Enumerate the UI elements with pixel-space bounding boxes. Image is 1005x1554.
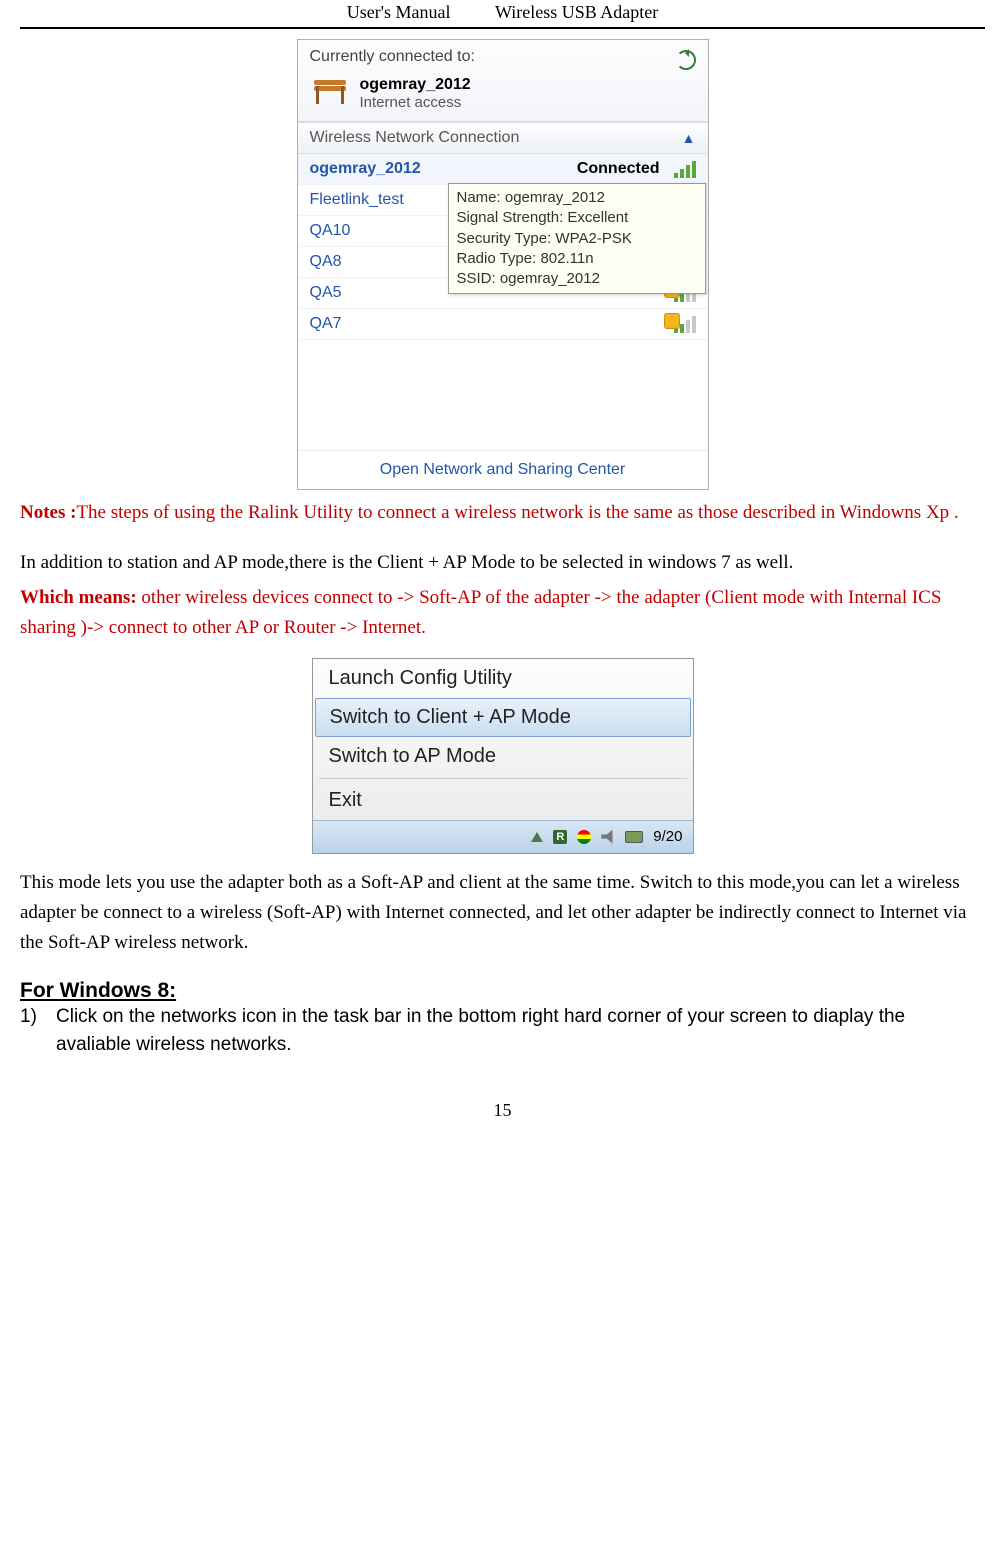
current-network-status: Internet access <box>360 94 471 111</box>
connected-badge: Connected <box>577 160 660 178</box>
section-header[interactable]: Wireless Network Connection ▲ <box>298 122 708 154</box>
menu-separator <box>319 778 687 779</box>
menu-switch-client-ap[interactable]: Switch to Client + AP Mode <box>315 698 691 737</box>
speaker-icon[interactable] <box>601 830 615 844</box>
chevron-up-icon: ▲ <box>682 130 696 146</box>
section-header-label: Wireless Network Connection <box>310 129 520 147</box>
which-means-label: Which means: <box>20 587 137 608</box>
which-means-text: other wireless devices connect to -> Sof… <box>20 587 941 638</box>
connected-to-text: Currently connected to: <box>310 48 475 65</box>
page-number: 15 <box>20 1100 985 1121</box>
network-tooltip: Name: ogemray_2012 Signal Strength: Exce… <box>448 183 706 294</box>
network-category-icon <box>310 80 350 108</box>
wifi-item-label: QA10 <box>310 222 351 240</box>
action-center-icon[interactable] <box>577 830 591 844</box>
header-left: User's Manual <box>347 2 451 23</box>
wifi-list-spacer <box>298 340 708 451</box>
wifi-item-label: QA7 <box>310 315 342 333</box>
ralink-tray-icon[interactable]: R <box>553 830 567 844</box>
signal-icon <box>674 160 696 178</box>
menu-launch-config[interactable]: Launch Config Utility <box>313 659 693 698</box>
wifi-item-label: Fleetlink_test <box>310 191 404 209</box>
menu-exit[interactable]: Exit <box>313 781 693 820</box>
open-network-sharing-link[interactable]: Open Network and Sharing Center <box>298 451 708 489</box>
current-connection[interactable]: ogemray_2012 Internet access <box>310 76 696 111</box>
tray-context-menu: Launch Config Utility Switch to Client +… <box>312 658 694 854</box>
notes-label: Notes : <box>20 502 76 523</box>
page-header: User's Manual Wireless USB Adapter <box>20 0 985 29</box>
current-network-name: ogemray_2012 <box>360 76 471 94</box>
windows8-heading: For Windows 8: <box>20 979 985 1003</box>
header-right: Wireless USB Adapter <box>495 2 658 23</box>
system-tray: R 9/20 <box>313 820 693 853</box>
tooltip-line: Name: ogemray_2012 <box>457 188 697 208</box>
wifi-flyout-header: Currently connected to: ogemray_2012 Int… <box>298 40 708 122</box>
battery-icon[interactable] <box>625 831 643 843</box>
tooltip-line: Signal Strength: Excellent <box>457 208 697 228</box>
wifi-flyout: Currently connected to: ogemray_2012 Int… <box>297 39 709 490</box>
security-warning-icon <box>664 313 680 329</box>
paragraph-addition: In addition to station and AP mode,there… <box>20 548 985 578</box>
wifi-item-label: ogemray_2012 <box>310 160 421 178</box>
step-text: Click on the networks icon in the task b… <box>56 1003 979 1060</box>
eject-icon[interactable] <box>531 832 543 842</box>
wifi-item-label: QA8 <box>310 253 342 271</box>
wifi-item-connected[interactable]: ogemray_2012 Connected <box>298 154 708 185</box>
wifi-item[interactable]: QA7 <box>298 309 708 340</box>
tooltip-line: Radio Type: 802.11n <box>457 249 697 269</box>
tooltip-line: Security Type: WPA2-PSK <box>457 229 697 249</box>
menu-switch-ap[interactable]: Switch to AP Mode <box>313 737 693 776</box>
body-content: Notes :The steps of using the Ralink Uti… <box>20 498 985 644</box>
connected-to-label: Currently connected to: <box>310 48 696 70</box>
tray-time: 9/20 <box>653 828 682 845</box>
refresh-icon[interactable] <box>676 50 696 70</box>
tooltip-line: SSID: ogemray_2012 <box>457 269 697 289</box>
notes-text: The steps of using the Ralink Utility to… <box>76 502 958 523</box>
paragraph-mode-desc: This mode lets you use the adapter both … <box>20 868 985 959</box>
step-number: 1) <box>20 1003 56 1032</box>
windows8-step-1: 1)Click on the networks icon in the task… <box>20 1003 985 1060</box>
wifi-item-label: QA5 <box>310 284 342 302</box>
